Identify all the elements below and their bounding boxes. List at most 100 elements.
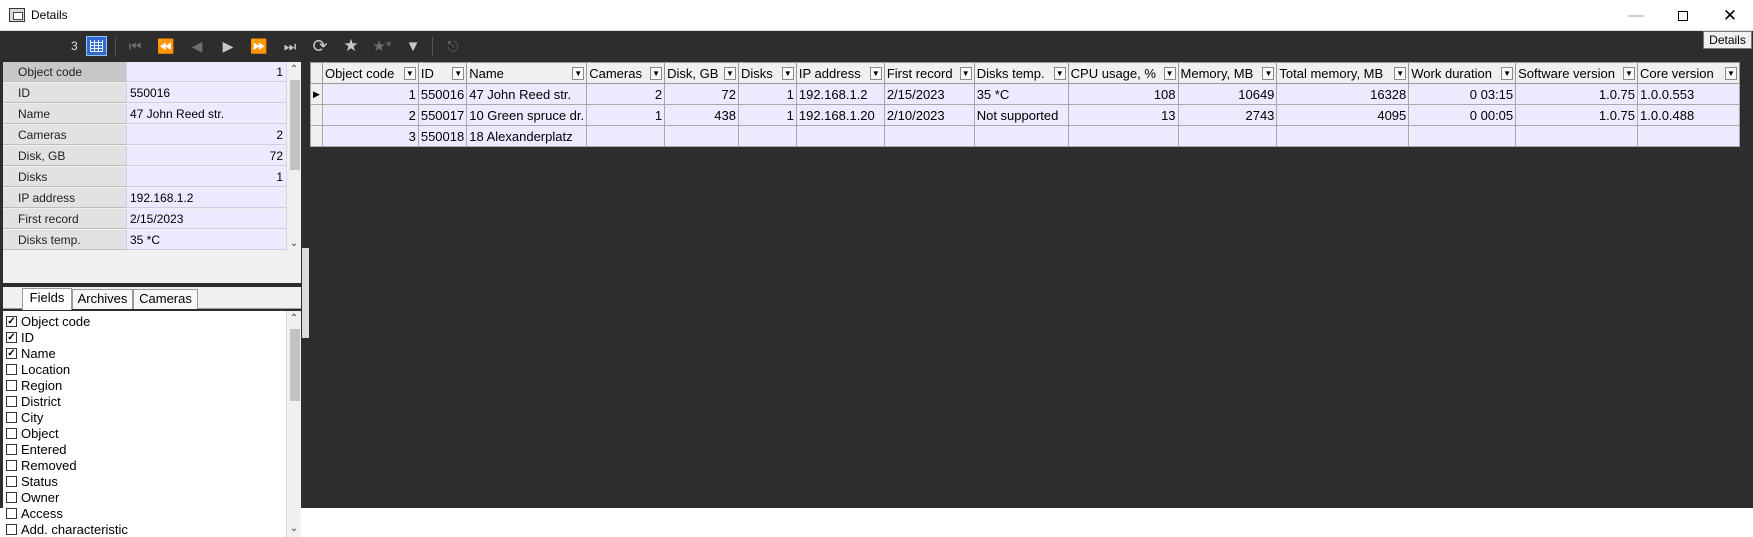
column-header[interactable]: Total memory, MB ▼: [1276, 62, 1410, 84]
star-icon[interactable]: ★: [340, 36, 362, 56]
table-cell[interactable]: [883, 125, 975, 147]
property-value[interactable]: 2/15/2023: [126, 209, 286, 229]
table-cell[interactable]: 192.168.1.20: [795, 104, 885, 126]
table-cell[interactable]: 1.0.75: [1515, 104, 1639, 126]
last-record-icon[interactable]: ⏭: [279, 36, 301, 56]
table-cell[interactable]: 0 00:05: [1408, 104, 1517, 126]
column-header[interactable]: Disks temp. ▼: [973, 62, 1069, 84]
property-value[interactable]: 1: [126, 62, 286, 82]
property-value[interactable]: 1: [126, 167, 286, 187]
field-item[interactable]: District: [6, 393, 61, 409]
table-cell[interactable]: [737, 125, 797, 147]
table-cell[interactable]: 1.0.0.553: [1637, 83, 1740, 105]
table-cell[interactable]: 1.0.0.488: [1637, 104, 1740, 126]
checkbox[interactable]: [6, 523, 17, 535]
table-cell[interactable]: 2: [586, 83, 666, 105]
field-item[interactable]: City: [6, 409, 43, 425]
field-item[interactable]: ID: [6, 329, 34, 345]
table-cell[interactable]: 192.168.1.2: [795, 83, 885, 105]
table-cell[interactable]: [1515, 125, 1639, 147]
close-button[interactable]: ✕: [1707, 0, 1753, 31]
field-item[interactable]: Object code: [6, 313, 90, 329]
checkbox[interactable]: [6, 475, 17, 487]
field-item[interactable]: Entered: [6, 441, 67, 457]
prev-page-icon[interactable]: ⏪: [155, 36, 177, 56]
property-row[interactable]: Cameras 2: [3, 125, 286, 146]
column-dropdown-icon[interactable]: ▼: [1163, 67, 1176, 80]
field-item[interactable]: Name: [6, 345, 56, 361]
properties-scrollbar[interactable]: ⌃ ⌄: [286, 62, 301, 252]
table-cell[interactable]: 550016: [417, 83, 468, 105]
field-item[interactable]: Owner: [6, 489, 59, 505]
property-value[interactable]: 550016: [126, 83, 286, 103]
column-header[interactable]: Name ▼: [466, 62, 588, 84]
scroll-up-icon[interactable]: ⌃: [287, 62, 301, 78]
table-cell[interactable]: 2: [321, 104, 419, 126]
table-cell[interactable]: [1177, 125, 1278, 147]
table-cell[interactable]: 13: [1067, 104, 1179, 126]
checkbox[interactable]: [6, 411, 17, 423]
table-cell[interactable]: 0 03:15: [1408, 83, 1517, 105]
checkbox[interactable]: [6, 491, 17, 503]
first-record-icon[interactable]: ⏮: [124, 36, 146, 56]
column-header[interactable]: ID ▼: [417, 62, 468, 84]
property-row[interactable]: Disks 1: [3, 167, 286, 188]
table-cell[interactable]: 1: [586, 104, 666, 126]
column-dropdown-icon[interactable]: ▼: [869, 67, 882, 80]
panel-splitter[interactable]: [301, 62, 310, 508]
table-row[interactable]: 2 550017 10 Green spruce dr. 1 438 1 192.168.1…: [310, 104, 1740, 126]
voicemail-icon[interactable]: ⎋: [442, 36, 464, 56]
table-cell[interactable]: 35 *C: [973, 83, 1069, 105]
grid-view-icon[interactable]: [86, 36, 107, 56]
minimize-button[interactable]: —: [1613, 0, 1659, 31]
table-cell[interactable]: [795, 125, 885, 147]
column-dropdown-icon[interactable]: ▼: [403, 67, 416, 80]
filter-icon[interactable]: ▼: [402, 36, 424, 56]
tab-fields[interactable]: Fields: [22, 288, 72, 310]
scroll-thumb[interactable]: [290, 329, 300, 401]
property-value[interactable]: 72: [126, 146, 286, 166]
column-dropdown-icon[interactable]: ▼: [781, 67, 794, 80]
scroll-thumb[interactable]: [290, 80, 300, 170]
property-row[interactable]: Object code 1: [3, 62, 286, 83]
table-cell[interactable]: 1: [321, 83, 419, 105]
table-cell[interactable]: [586, 125, 666, 147]
table-cell[interactable]: [1408, 125, 1517, 147]
checkbox[interactable]: [6, 427, 17, 439]
table-cell[interactable]: 1.0.75: [1515, 83, 1639, 105]
refresh-icon[interactable]: ⟳: [309, 36, 331, 56]
star-asterisk-icon[interactable]: ★*: [371, 36, 393, 56]
table-cell[interactable]: 108: [1067, 83, 1179, 105]
checkbox[interactable]: [6, 379, 17, 391]
checkbox[interactable]: [6, 395, 17, 407]
row-indicator[interactable]: [310, 104, 323, 126]
column-header[interactable]: CPU usage, % ▼: [1067, 62, 1179, 84]
column-header[interactable]: IP address ▼: [795, 62, 885, 84]
column-dropdown-icon[interactable]: ▼: [1623, 67, 1636, 80]
scroll-down-icon[interactable]: ⌄: [287, 236, 301, 252]
property-value[interactable]: 2: [126, 125, 286, 145]
field-item[interactable]: Status: [6, 473, 58, 489]
row-indicator[interactable]: [310, 125, 323, 147]
table-cell[interactable]: 2/15/2023: [883, 83, 975, 105]
scroll-up-icon[interactable]: ⌃: [287, 311, 301, 327]
column-header[interactable]: Core version ▼: [1637, 62, 1740, 84]
column-dropdown-icon[interactable]: ▼: [723, 67, 736, 80]
table-cell[interactable]: 1: [737, 83, 797, 105]
table-row[interactable]: 3 550018 18 Alexanderplatz: [310, 125, 1740, 147]
field-item[interactable]: Removed: [6, 457, 77, 473]
column-dropdown-icon[interactable]: ▼: [650, 67, 663, 80]
checkbox[interactable]: [6, 363, 17, 375]
property-value[interactable]: 35 *C: [126, 230, 286, 250]
table-cell[interactable]: 72: [664, 83, 739, 105]
column-header[interactable]: Object code ▼: [321, 62, 419, 84]
checkbox[interactable]: [6, 443, 17, 455]
property-value[interactable]: 192.168.1.2: [126, 188, 286, 208]
column-header[interactable]: Memory, MB ▼: [1177, 62, 1278, 84]
table-cell[interactable]: [973, 125, 1069, 147]
scroll-down-icon[interactable]: ⌄: [287, 521, 301, 537]
tab-cameras[interactable]: Cameras: [133, 289, 198, 309]
table-cell[interactable]: [1067, 125, 1179, 147]
column-header[interactable]: Work duration ▼: [1408, 62, 1517, 84]
property-row[interactable]: Disks temp. 35 *C: [3, 230, 286, 251]
